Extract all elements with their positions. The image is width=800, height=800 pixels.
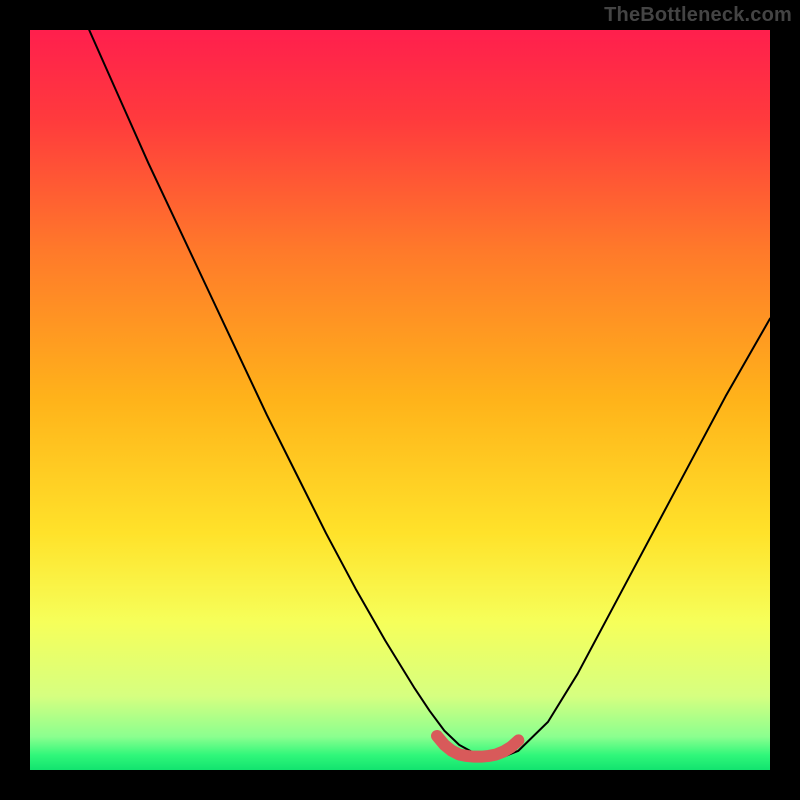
watermark-text: TheBottleneck.com [604, 4, 792, 27]
plot-area [30, 30, 770, 770]
valley-marker [30, 30, 770, 770]
chart-stage: TheBottleneck.com [0, 0, 800, 800]
